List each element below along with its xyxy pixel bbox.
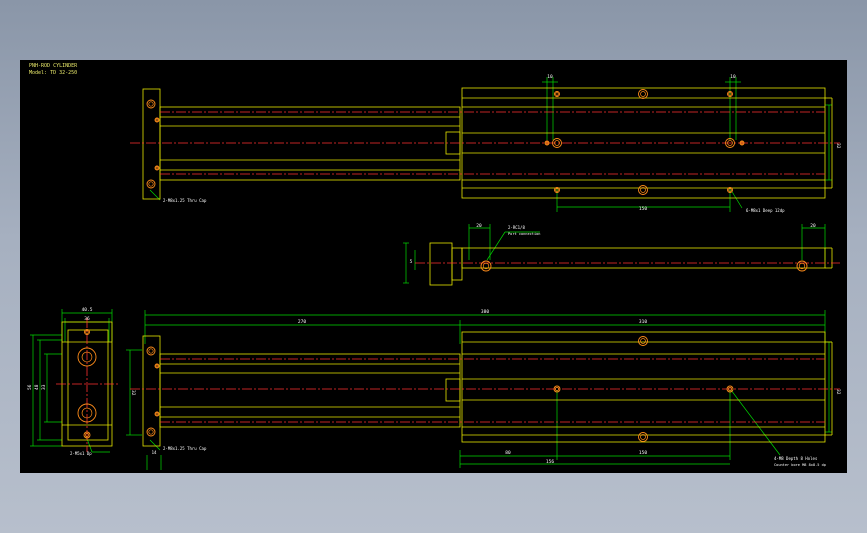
- label-top-end-note: 2-M8x1.25 Thru Cap: [163, 198, 207, 203]
- bottom-cap-hole-2: [146, 427, 156, 437]
- dim-bottom-right-part: 310: [639, 319, 647, 325]
- dim-front-inner-width: 36: [84, 316, 90, 322]
- dim-front-outer-width: 40.5: [82, 307, 93, 313]
- dim-front-h-inner: 48: [34, 384, 40, 390]
- dim-front-h-overall: 56: [27, 384, 33, 390]
- dim-side-stroke: 5: [410, 259, 413, 265]
- top-end-cap: [142, 88, 161, 200]
- side-body: [461, 247, 826, 269]
- dim-bottom-lower-b: 150: [639, 450, 647, 456]
- dim-bottom-lower-a: 80: [505, 450, 511, 456]
- side-end-block: [429, 242, 453, 286]
- cad-drawing: 10 10 150 32 2-M8x1.25 Thru Cap 6-M8x1 Deep 1…: [27, 74, 841, 470]
- bottom-cap-hole-1: [146, 346, 156, 356]
- side-clamp: [451, 247, 463, 281]
- label-side-port-sub: Port connection: [508, 232, 540, 236]
- dim-top-pitch: 150: [639, 206, 647, 212]
- top-cap-hole-2-inner: [148, 181, 154, 187]
- top-cap-mini-2-inner: [155, 166, 159, 170]
- top-cap-hole-1: [146, 99, 156, 109]
- bottom-body: [461, 331, 826, 443]
- dim-bottom-left-height: 32: [130, 390, 136, 396]
- bottom-rod-bundle: [159, 353, 461, 428]
- top-hole-b: [638, 89, 648, 99]
- dim-side-left-depth: 20: [476, 223, 482, 229]
- bottom-cap-mini-1-inner: [155, 364, 159, 368]
- label-bottom-hole-note-2: Counter bore M8 8x8.5 dp: [774, 463, 826, 467]
- bottom-hole-a-inner: [640, 338, 646, 344]
- dim-top-left-offset: 10: [547, 74, 553, 80]
- cad-viewport[interactable]: PNH-ROD CYLINDER Model: TD 32-250 10 10 …: [20, 60, 847, 473]
- dim-top-right-offset: 10: [730, 74, 736, 80]
- dim-top-height: 32: [835, 143, 841, 149]
- top-cap-mini-1-inner: [155, 118, 159, 122]
- dim-bottom-left-part: 270: [298, 319, 306, 325]
- dim-bottom-lower-total: 156: [546, 459, 554, 465]
- bottom-hole-a: [638, 336, 648, 346]
- label-side-port-note: 2-RC1/8: [508, 225, 525, 230]
- top-hole-a: [554, 91, 560, 97]
- label-top-body-note: 6-M8x1 Deep 12dp: [746, 208, 785, 213]
- bottom-cap-hole-2-inner: [148, 429, 154, 435]
- top-rod-bundle: [159, 106, 461, 181]
- label-bottom-hole-note: 4-M8 Depth 8 Holes: [774, 456, 818, 461]
- dim-side-right-depth: 20: [810, 223, 816, 229]
- dim-bottom-overall: 380: [481, 309, 489, 315]
- dim-bottom-right-height: 32: [835, 389, 841, 395]
- top-cap-hole-1-inner: [148, 101, 154, 107]
- bottom-hole-d: [638, 432, 648, 442]
- bottom-cap-mini-2-inner: [155, 412, 159, 416]
- bottom-cap-hole-1-inner: [148, 348, 154, 354]
- label-front-bottom-note: 2-M5x1 Dp: [70, 451, 92, 456]
- top-hole-b-inner: [640, 91, 646, 97]
- bottom-rod-clamp: [445, 378, 461, 402]
- top-hole-a-inner: [555, 92, 559, 96]
- side-port-right: [796, 260, 808, 272]
- label-bottom-end-note: 2-M8x1.25 Thru Cap: [163, 446, 207, 451]
- dim-front-h-center: 33: [41, 384, 47, 390]
- dim-bottom-end-depth: 14: [152, 450, 157, 455]
- front-body: [67, 329, 109, 441]
- top-cap-hole-2: [146, 179, 156, 189]
- side-port-left: [480, 260, 492, 272]
- top-hole-g: [638, 185, 648, 195]
